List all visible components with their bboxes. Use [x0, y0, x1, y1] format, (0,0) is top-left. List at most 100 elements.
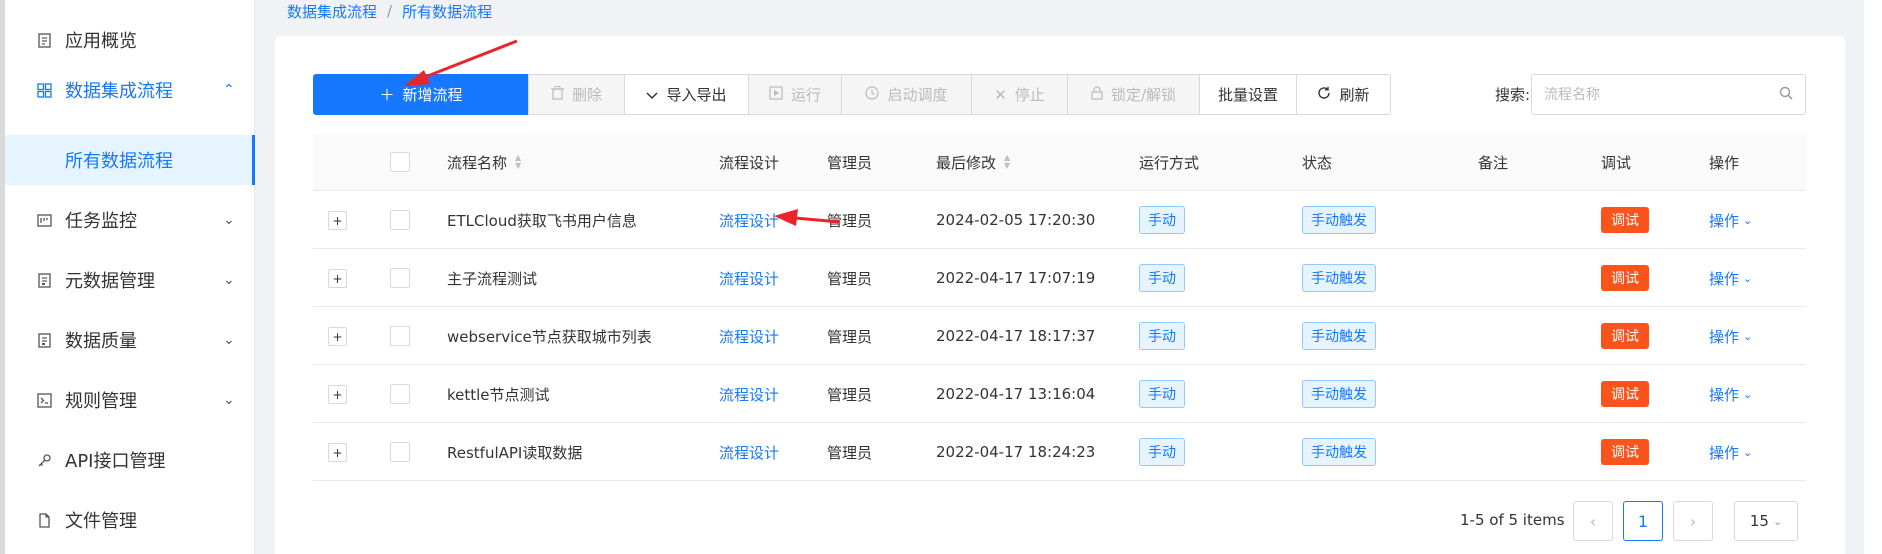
flow-modified: 2022-04-17 17:07:19	[936, 269, 1096, 287]
sidebar-item-all-flows[interactable]: 所有数据流程	[5, 135, 255, 185]
sort-icon[interactable]: ▲ ▼	[515, 154, 521, 170]
stop-button[interactable]: ✕ 停止	[971, 74, 1068, 115]
status-tag: 手动触发	[1302, 264, 1376, 292]
sidebar-item-task-monitor[interactable]: 任务监控 ⌄	[5, 195, 255, 245]
actions-dropdown[interactable]: 操作 ⌄	[1709, 191, 1752, 249]
sidebar-item-data-quality[interactable]: 数据质量 ⌄	[5, 315, 255, 365]
refresh-icon	[1317, 86, 1331, 104]
page-button[interactable]: 1	[1623, 501, 1663, 541]
sort-icon[interactable]: ▲ ▼	[1004, 154, 1010, 170]
sidebar-item-metadata[interactable]: 元数据管理 ⌄	[5, 255, 255, 305]
stop-label: 停止	[1014, 86, 1045, 104]
flow-design-link[interactable]: 流程设计	[719, 191, 779, 249]
debug-button[interactable]: 调试	[1601, 439, 1649, 465]
start-schedule-button[interactable]: 启动调度	[841, 74, 972, 115]
chevron-down-icon	[646, 86, 659, 104]
batch-settings-label: 批量设置	[1217, 86, 1278, 104]
column-header-run-mode: 运行方式	[1139, 153, 1200, 172]
run-mode-cell: 手动	[1139, 249, 1185, 307]
file-icon	[35, 511, 53, 529]
row-checkbox[interactable]	[390, 384, 410, 404]
chevron-down-icon: ⌄	[1743, 213, 1753, 227]
breadcrumb-parent[interactable]: 数据集成流程	[287, 1, 377, 22]
search-icon[interactable]	[1779, 86, 1793, 104]
refresh-button[interactable]: 刷新	[1296, 74, 1391, 115]
start-schedule-label: 启动调度	[887, 86, 948, 104]
breadcrumb-current: 所有数据流程	[402, 2, 493, 21]
row-checkbox[interactable]	[390, 442, 410, 462]
table-row: + webservice节点获取城市列表 流程设计 管理员 2022-04-17…	[313, 307, 1806, 365]
breadcrumb: 数据集成流程 / 所有数据流程	[287, 0, 492, 22]
debug-button[interactable]: 调试	[1601, 265, 1649, 291]
page-size-select[interactable]: 15 ⌄	[1734, 501, 1798, 541]
column-header-modified[interactable]: 最后修改 ▲ ▼	[936, 133, 1010, 191]
actions-dropdown[interactable]: 操作 ⌄	[1709, 249, 1752, 307]
next-page-button[interactable]: ›	[1673, 501, 1713, 541]
status-cell: 手动触发	[1302, 365, 1376, 423]
debug-button[interactable]: 调试	[1601, 323, 1649, 349]
sidebar-item-label: 数据质量	[65, 331, 137, 352]
flow-name: 主子流程测试	[447, 269, 538, 288]
batch-settings-button[interactable]: 批量设置	[1199, 74, 1297, 115]
sidebar-item-files[interactable]: 文件管理	[5, 495, 255, 545]
run-mode-cell: 手动	[1139, 365, 1185, 423]
actions-dropdown[interactable]: 操作 ⌄	[1709, 365, 1752, 423]
grid-icon	[35, 81, 53, 99]
expand-row-button[interactable]: +	[328, 269, 347, 288]
chevron-down-icon: ⌄	[223, 392, 235, 408]
chevron-up-icon: ⌃	[223, 82, 235, 98]
sidebar-item-label: 数据集成流程	[65, 81, 173, 102]
debug-cell: 调试	[1601, 423, 1649, 481]
chevron-left-icon: ‹	[1589, 511, 1597, 531]
flow-design-link[interactable]: 流程设计	[719, 307, 779, 365]
table-header: 流程名称 ▲ ▼ 流程设计 管理员 最后修改 ▲ ▼ 运行方式 状态 备注 调试 操…	[313, 133, 1806, 191]
row-checkbox[interactable]	[390, 268, 410, 288]
sidebar-item-rules[interactable]: 规则管理 ⌄	[5, 375, 255, 425]
run-button[interactable]: 运行	[748, 74, 842, 115]
new-flow-button[interactable]: ＋ 新增流程	[313, 74, 529, 115]
column-header-name[interactable]: 流程名称 ▲ ▼	[447, 133, 521, 191]
sidebar-item-label: 规则管理	[65, 391, 137, 412]
expand-row-button[interactable]: +	[328, 211, 347, 230]
debug-button[interactable]: 调试	[1601, 207, 1649, 233]
sidebar-item-overview[interactable]: 应用概览	[5, 15, 255, 65]
row-checkbox[interactable]	[390, 210, 410, 230]
api-link-icon	[35, 451, 53, 469]
search-input[interactable]	[1544, 75, 1764, 114]
sidebar-item-label: 任务监控	[65, 211, 137, 232]
flow-modified: 2022-04-17 13:16:04	[936, 385, 1096, 403]
actions-dropdown[interactable]: 操作 ⌄	[1709, 307, 1752, 365]
run-mode-tag: 手动	[1139, 380, 1185, 408]
prev-page-button[interactable]: ‹	[1573, 501, 1613, 541]
flow-modified: 2024-02-05 17:20:30	[936, 211, 1096, 229]
flow-admin: 管理员	[827, 443, 873, 462]
sidebar-item-label: 应用概览	[65, 31, 137, 52]
run-label: 运行	[790, 86, 821, 104]
expand-row-button[interactable]: +	[328, 385, 347, 404]
row-checkbox[interactable]	[390, 326, 410, 346]
run-mode-cell: 手动	[1139, 307, 1185, 365]
status-tag: 手动触发	[1302, 380, 1376, 408]
flow-design-link[interactable]: 流程设计	[719, 249, 779, 307]
column-header-note: 备注	[1478, 153, 1509, 172]
debug-cell: 调试	[1601, 307, 1649, 365]
actions-dropdown[interactable]: 操作 ⌄	[1709, 423, 1752, 481]
expand-row-button[interactable]: +	[328, 327, 347, 346]
flow-design-link[interactable]: 流程设计	[719, 365, 779, 423]
delete-button[interactable]: 删除	[528, 74, 625, 115]
doc-list-icon	[35, 271, 53, 289]
chevron-right-icon: ›	[1689, 511, 1697, 531]
trash-icon	[550, 85, 564, 104]
chevron-down-icon: ⌄	[1743, 445, 1753, 459]
refresh-label: 刷新	[1339, 86, 1370, 104]
lock-unlock-button[interactable]: 锁定/解锁	[1067, 74, 1200, 115]
select-all-checkbox[interactable]	[390, 152, 410, 172]
import-export-button[interactable]: 导入导出	[624, 74, 749, 115]
status-cell: 手动触发	[1302, 191, 1376, 249]
sidebar-item-data-integration[interactable]: 数据集成流程 ⌃	[5, 65, 255, 115]
sidebar-item-api[interactable]: API接口管理	[5, 435, 255, 485]
flow-design-link[interactable]: 流程设计	[719, 423, 779, 481]
pagination-summary: 1-5 of 5 items	[1460, 511, 1565, 529]
expand-row-button[interactable]: +	[328, 443, 347, 462]
debug-button[interactable]: 调试	[1601, 381, 1649, 407]
